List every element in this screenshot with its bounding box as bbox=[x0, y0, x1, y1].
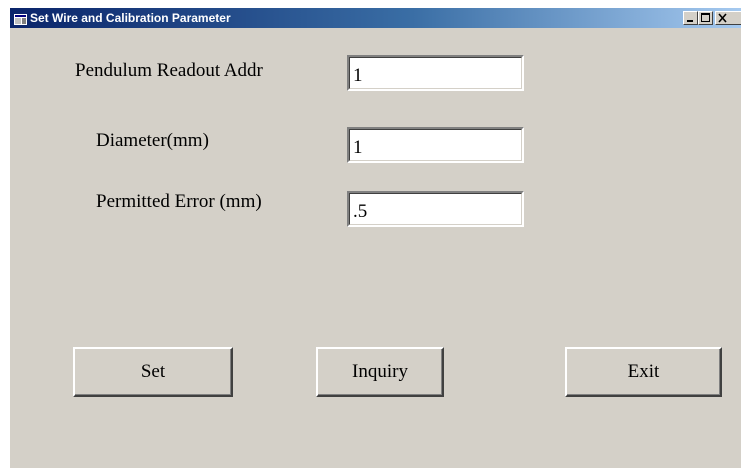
maximize-button[interactable] bbox=[698, 11, 713, 25]
pendulum-readout-addr-input[interactable] bbox=[349, 57, 522, 89]
maximize-icon bbox=[701, 13, 710, 22]
pendulum-readout-addr-textbox[interactable] bbox=[346, 54, 525, 92]
dialog-window: Set Wire and Calibration Parameter Pendu… bbox=[9, 7, 741, 468]
window-title: Set Wire and Calibration Parameter bbox=[30, 11, 231, 25]
permitted-error-input[interactable] bbox=[349, 193, 522, 225]
diameter-input[interactable] bbox=[349, 129, 522, 161]
pendulum-readout-addr-label: Pendulum Readout Addr bbox=[75, 60, 263, 81]
permitted-error-textbox[interactable] bbox=[346, 190, 525, 228]
minimize-button[interactable] bbox=[683, 11, 698, 25]
diameter-label: Diameter(mm) bbox=[96, 130, 209, 151]
close-button[interactable] bbox=[715, 11, 741, 25]
close-icon bbox=[718, 13, 727, 23]
diameter-textbox[interactable] bbox=[346, 126, 525, 164]
window-app-icon[interactable] bbox=[14, 12, 27, 25]
permitted-error-label: Permitted Error (mm) bbox=[96, 191, 262, 212]
set-button[interactable]: Set bbox=[73, 347, 233, 397]
inquiry-button[interactable]: Inquiry bbox=[316, 347, 444, 397]
exit-button[interactable]: Exit bbox=[565, 347, 722, 397]
minimize-icon bbox=[687, 20, 693, 22]
title-bar[interactable]: Set Wire and Calibration Parameter bbox=[10, 8, 741, 28]
